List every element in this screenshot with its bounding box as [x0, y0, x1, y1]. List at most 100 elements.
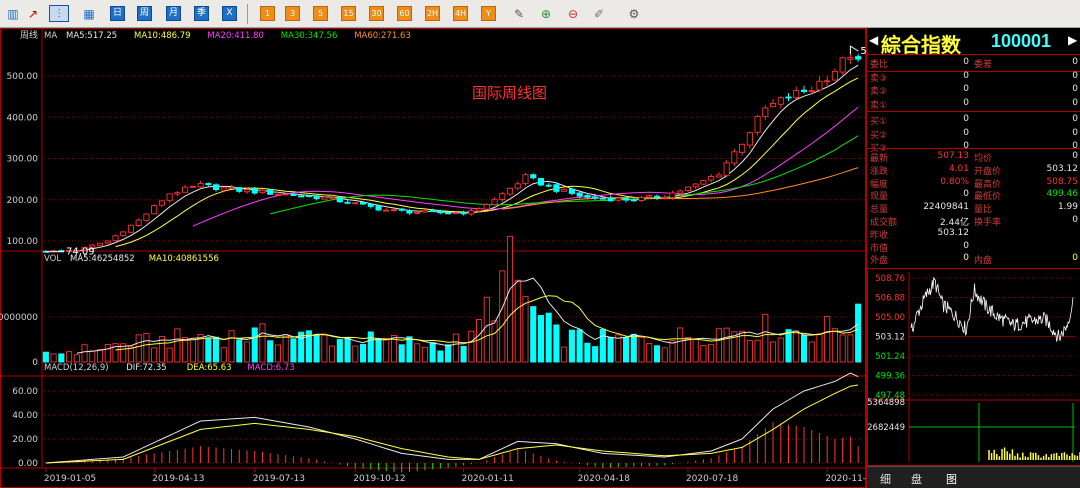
mini-price-tick: 501.24 — [875, 352, 905, 362]
line-chart-icon[interactable]: ↗ — [24, 6, 42, 21]
ma-line-5 — [76, 64, 859, 252]
candle-body — [537, 178, 545, 186]
volume-bar — [89, 350, 96, 363]
volume-bar — [592, 346, 599, 363]
quote-value: 508.75 — [1046, 176, 1079, 187]
book-value: 0 — [963, 84, 969, 94]
quote-row: 市值 0 — [867, 241, 1080, 254]
prev-arrow-icon[interactable]: ◀ — [869, 33, 878, 47]
candle-body — [839, 57, 846, 73]
volume-bar — [127, 346, 135, 363]
quote-value: 503.12 — [1046, 163, 1079, 174]
bar-chart-icon[interactable]: ▥ — [4, 6, 22, 21]
candle-body — [96, 242, 104, 246]
period-month-button[interactable]: 月 — [166, 6, 181, 21]
order-book-row: 委比 0 委差 0 — [867, 57, 1080, 70]
period-year-button[interactable]: Y — [481, 6, 496, 21]
volume-bar — [808, 341, 815, 363]
calendar-icon[interactable]: ▦ — [80, 6, 98, 21]
candle-body — [831, 70, 838, 81]
edit-icon[interactable]: ✎ — [510, 6, 528, 21]
quote-header: ◀ 綜合指数 100001 ▶ — [867, 28, 1080, 57]
period-15min-button[interactable]: 15 — [341, 6, 356, 21]
weekly-kline-chart[interactable]: 500.00 400.00 300.00 200.00 100.00 周线 MA MA5:51… — [0, 28, 866, 488]
intraday-minute-chart[interactable]: 508.76506.88505.00503.12501.24499.36497.… — [867, 268, 1080, 466]
candle-body — [669, 192, 676, 199]
zoom-in-icon[interactable]: ⊕ — [537, 6, 555, 21]
order-book-row: 卖② 0 0 — [867, 84, 1080, 97]
candle-body — [483, 204, 490, 210]
volume-bar — [599, 328, 606, 363]
volume-bar — [553, 324, 560, 363]
quote-value: 0 — [963, 189, 969, 200]
tab-order[interactable]: 盘 — [911, 471, 922, 487]
period-season-button[interactable]: 季 — [194, 6, 209, 21]
volume-bar — [584, 342, 591, 363]
candle-body — [359, 201, 367, 205]
volume-bar — [491, 320, 498, 363]
period-60min-button[interactable]: 60 — [397, 6, 412, 21]
period-week-button[interactable]: 周 — [137, 6, 152, 21]
candle-body — [313, 195, 320, 200]
period-3min-button[interactable]: 3 — [285, 6, 300, 21]
next-arrow-icon[interactable]: ▶ — [1068, 33, 1077, 47]
volume-bar — [50, 353, 57, 363]
x-tick-label: 2019-04-13 — [152, 474, 204, 484]
volume-bar — [344, 336, 351, 363]
volume-bar — [754, 339, 761, 363]
mini-price-tick: 499.36 — [875, 372, 905, 382]
volume-bar — [429, 342, 436, 363]
candle-body — [452, 212, 459, 215]
volume-bar — [522, 296, 529, 363]
draw-icon[interactable]: ✐ — [590, 6, 608, 21]
volume-bar — [615, 334, 622, 363]
book-value: 0 — [1072, 57, 1078, 67]
x-tick-label: 2020-01-11 — [462, 474, 514, 484]
book-label: 买② — [870, 130, 888, 141]
tab-chart[interactable]: 图 — [946, 471, 957, 487]
period-2h-button[interactable]: 2H — [425, 6, 440, 21]
candle-body — [220, 187, 227, 191]
period-x-button[interactable]: X — [222, 6, 237, 21]
volume-bar — [816, 333, 823, 363]
zoom-out-icon[interactable]: ⊖ — [564, 6, 582, 21]
volume-bar — [274, 344, 281, 363]
period-day-button[interactable]: 日 — [110, 6, 125, 21]
candle-body — [723, 162, 730, 176]
quote-label: 开盘价 — [974, 166, 1002, 177]
settings-gear-icon[interactable]: ⚙ — [625, 6, 643, 21]
candle-body — [584, 195, 591, 198]
period-30min-button[interactable]: 30 — [369, 6, 384, 21]
quote-label: 量比 — [974, 205, 993, 216]
book-value: 0 — [963, 97, 969, 108]
volume-bar — [336, 339, 343, 363]
volume-bar — [561, 346, 568, 363]
tab-detail[interactable]: 细 — [880, 471, 891, 487]
book-value: 0 — [1072, 114, 1078, 124]
candle-body — [437, 210, 444, 214]
macd-legend-item: DEA:65.63 — [187, 363, 232, 373]
candle-body — [390, 209, 398, 211]
candlestick-icon[interactable]: ⫶ — [49, 5, 69, 22]
period-1min-button[interactable]: 1 — [260, 6, 275, 21]
volume-bar — [189, 339, 196, 363]
macd-tick-label: 20.00 — [12, 435, 38, 445]
volume-bar — [81, 344, 88, 363]
candle-body — [228, 186, 235, 189]
candle-body — [677, 190, 684, 194]
candle-body — [708, 176, 715, 181]
quote-label: 内盘 — [974, 256, 993, 267]
volume-bar — [468, 330, 475, 363]
volume-bar — [406, 336, 413, 363]
quote-value: 503.12 — [937, 227, 970, 238]
candle-body — [576, 192, 583, 197]
volume-bar — [414, 343, 421, 363]
quote-value: 2.44亿 — [939, 218, 969, 228]
period-5min-button[interactable]: 5 — [313, 6, 328, 21]
period-4h-button[interactable]: 4H — [453, 6, 468, 21]
candle-body — [112, 235, 119, 242]
volume-bar — [762, 313, 769, 363]
volume-bar — [723, 327, 730, 363]
volume-bar — [383, 337, 390, 363]
volume-bar — [236, 339, 243, 363]
